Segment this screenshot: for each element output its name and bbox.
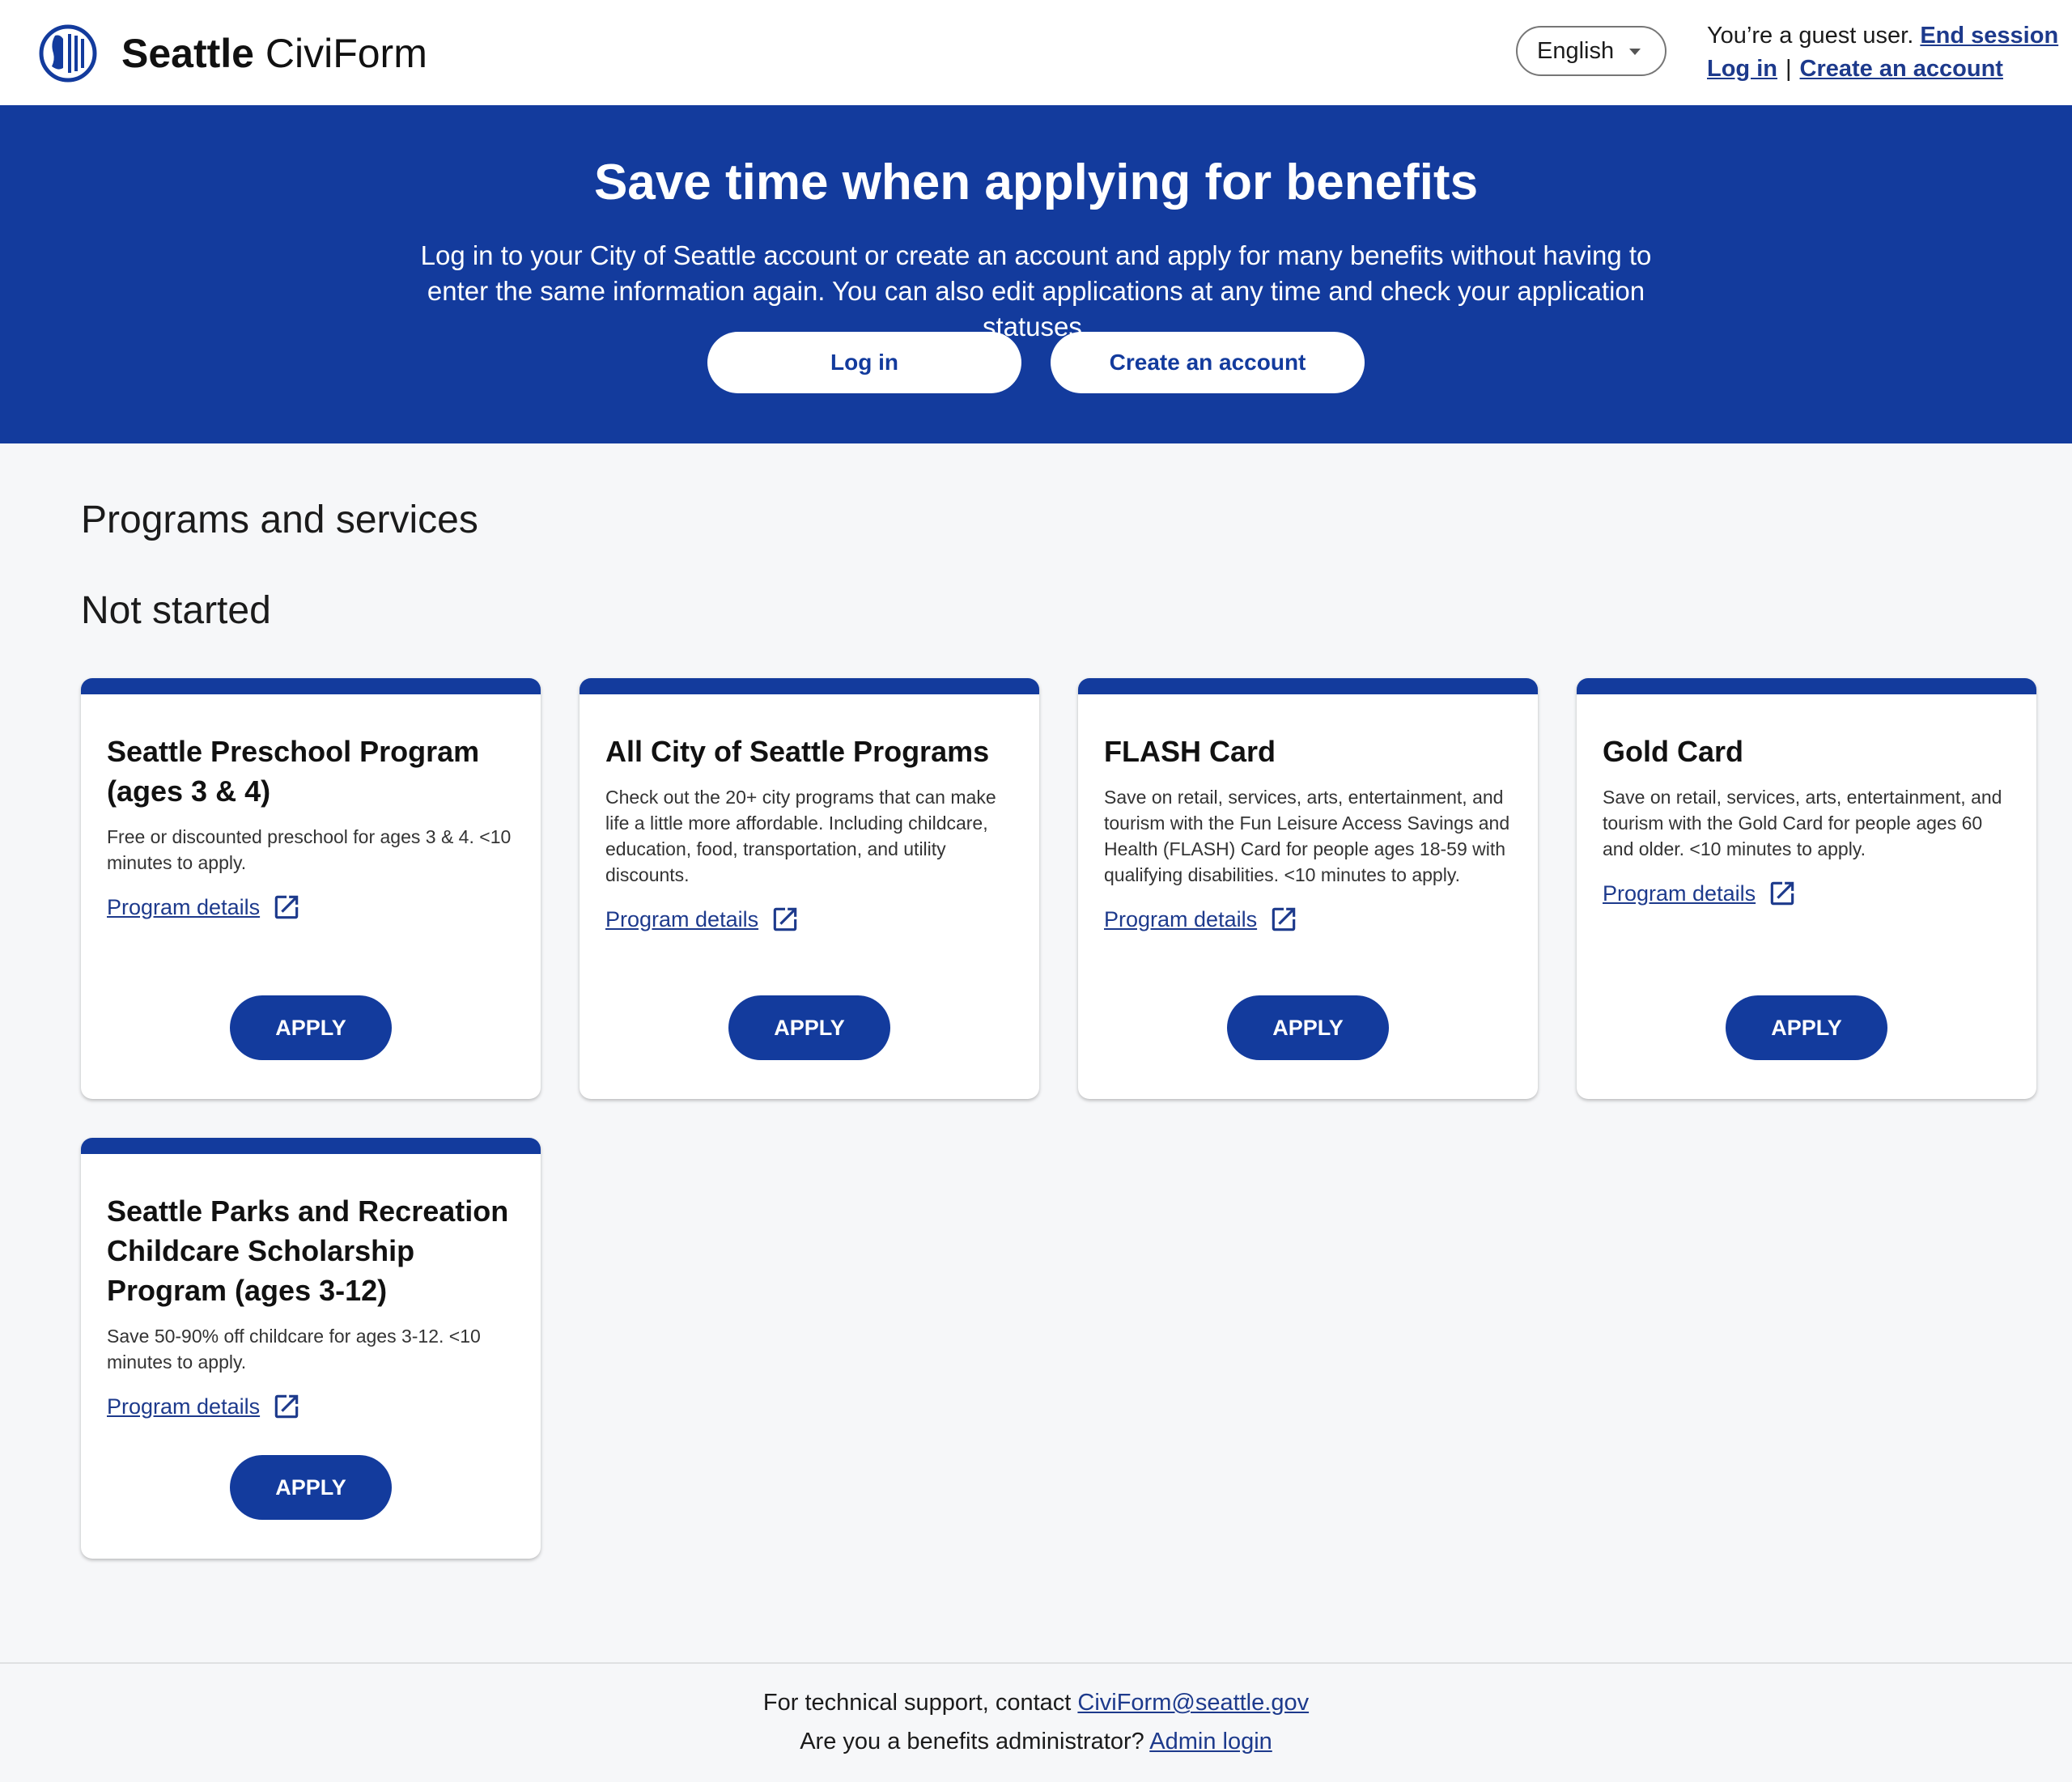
hero-description: Log in to your City of Seattle account o… [420, 240, 1652, 342]
apply-button[interactable]: APPLY [1227, 995, 1389, 1060]
brand-city: Seattle [121, 31, 254, 76]
guest-auth-links: Log in | Create an account [1707, 53, 2058, 86]
hero-login-button[interactable]: Log in [707, 332, 1021, 393]
program-description: Free or discounted preschool for ages 3 … [107, 826, 512, 873]
program-details-link[interactable]: Program details [605, 907, 758, 932]
program-details-link[interactable]: Program details [107, 895, 260, 920]
support-text: For technical support, contact [762, 1690, 1072, 1716]
admin-line: Are you a benefits administrator? Admin … [0, 1729, 2072, 1755]
footer: For technical support, contact CiviForm@… [0, 1662, 2072, 1782]
top-navigation-bar: Seattle CiviForm English You’re a guest … [0, 0, 2072, 105]
program-description: Save on retail, services, arts, entertai… [1104, 787, 1510, 885]
admin-text: Are you a benefits administrator? [800, 1729, 1144, 1754]
apply-button[interactable]: APPLY [728, 995, 890, 1060]
program-details: Program details [605, 904, 1013, 935]
brand[interactable]: Seattle CiviForm [39, 24, 427, 83]
apply-button[interactable]: APPLY [230, 995, 392, 1060]
hero-create-account-button[interactable]: Create an account [1051, 332, 1365, 393]
link-separator: | [1785, 56, 1792, 82]
program-title: Gold Card [1603, 735, 1744, 768]
card-accent-bar [1577, 678, 2036, 694]
program-card: Seattle Parks and Recreation Childcare S… [81, 1138, 541, 1559]
guest-user-panel: You’re a guest user. End session Log in |… [1707, 19, 2058, 86]
language-value: English [1537, 37, 1615, 64]
guest-status-text: You’re a guest user. [1707, 23, 1914, 49]
program-details: Program details [107, 892, 515, 923]
external-link-icon[interactable] [271, 1391, 302, 1422]
program-details: Program details [107, 1391, 515, 1422]
external-link-icon[interactable] [271, 892, 302, 923]
program-card: Gold Card Save on retail, services, arts… [1577, 678, 2036, 1099]
guest-status-line: You’re a guest user. End session [1707, 19, 2058, 53]
admin-login-link[interactable]: Admin login [1149, 1729, 1272, 1754]
end-session-link[interactable]: End session [1920, 23, 2058, 49]
header-create-account-link[interactable]: Create an account [1800, 56, 2003, 82]
login-hero-banner: Save time when applying for benefits Log… [0, 105, 2072, 443]
support-email-link[interactable]: CiviForm@seattle.gov [1077, 1690, 1309, 1716]
program-title: All City of Seattle Programs [605, 735, 990, 768]
brand-app: CiviForm [265, 31, 427, 76]
support-line: For technical support, contact CiviForm@… [0, 1690, 2072, 1716]
external-link-icon[interactable] [770, 904, 800, 935]
page-title: Programs and services [81, 499, 478, 541]
program-card: FLASH Card Save on retail, services, art… [1078, 678, 1538, 1099]
card-accent-bar [580, 678, 1039, 694]
card-accent-bar [1078, 678, 1538, 694]
chevron-down-icon [1629, 49, 1641, 55]
program-description: Check out the 20+ city programs that can… [605, 787, 996, 885]
program-details: Program details [1603, 878, 2010, 909]
language-select[interactable]: English [1516, 26, 1667, 76]
hero-title: Save time when applying for benefits [593, 155, 1479, 210]
program-description: Save on retail, services, arts, entertai… [1603, 787, 2002, 859]
apply-button[interactable]: APPLY [230, 1455, 392, 1520]
program-details: Program details [1104, 904, 1512, 935]
external-link-icon[interactable] [1767, 878, 1798, 909]
program-description: Save 50-90% off childcare for ages 3-12.… [107, 1326, 481, 1373]
program-details-link[interactable]: Program details [1603, 881, 1756, 906]
program-title: Seattle Preschool Program (ages 3 & 4) [107, 735, 480, 808]
brand-name: Seattle CiviForm [121, 33, 427, 74]
external-link-icon[interactable] [1268, 904, 1299, 935]
not-started-heading: Not started [81, 589, 271, 632]
program-card: All City of Seattle Programs Check out t… [580, 678, 1039, 1099]
program-title: Seattle Parks and Recreation Childcare S… [107, 1194, 509, 1307]
seattle-seal-icon [39, 24, 97, 83]
program-title: FLASH Card [1104, 735, 1276, 768]
header-login-link[interactable]: Log in [1707, 56, 1777, 82]
card-accent-bar [81, 678, 541, 694]
program-details-link[interactable]: Program details [1104, 907, 1257, 932]
apply-button[interactable]: APPLY [1726, 995, 1887, 1060]
program-details-link[interactable]: Program details [107, 1394, 260, 1419]
card-accent-bar [81, 1138, 541, 1154]
program-card: Seattle Preschool Program (ages 3 & 4) F… [81, 678, 541, 1099]
